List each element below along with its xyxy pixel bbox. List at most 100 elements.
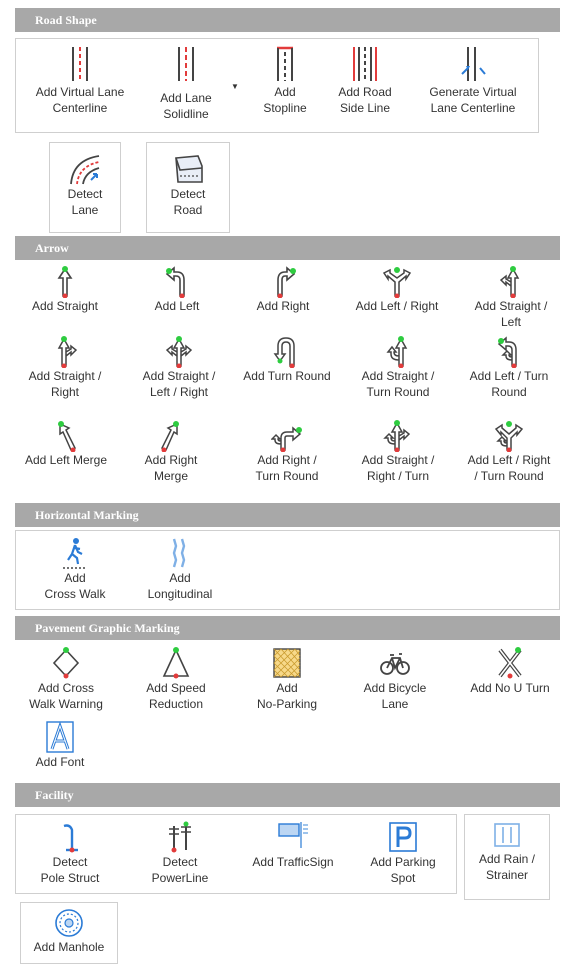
cross-walk-icon bbox=[63, 538, 87, 569]
rain-strainer-icon bbox=[494, 823, 520, 847]
no-u-turn-icon bbox=[498, 647, 522, 679]
generate-virtual-lane-centerline-button[interactable]: Generate Virtual Lane Centerline bbox=[410, 44, 536, 116]
label-line-1: Add bbox=[169, 571, 191, 585]
label-line-1: Add Straight bbox=[31, 299, 99, 313]
straight-right-turn-arrow-icon bbox=[383, 420, 411, 452]
label-line-1: Add Straight / bbox=[361, 369, 435, 383]
label-line-1: Add Straight / bbox=[28, 369, 102, 383]
detect-road-button[interactable]: Detect Road bbox=[146, 142, 230, 233]
add-virtual-lane-centerline-button[interactable]: Add Virtual Lane Centerline bbox=[18, 44, 142, 116]
add-left-right-turn-round-arrow-button[interactable]: Add Left / Right / Turn Round bbox=[453, 420, 565, 484]
left-arrow-icon bbox=[165, 266, 185, 298]
add-left-arrow-button[interactable]: Add Left bbox=[130, 266, 224, 314]
traffic-sign-icon bbox=[278, 822, 308, 848]
add-traffic-sign-button[interactable]: Add TrafficSign bbox=[240, 820, 346, 870]
label-line-1: Add Straight / bbox=[361, 453, 435, 467]
longitudinal-icon bbox=[172, 538, 186, 568]
label-line-1: Add Cross bbox=[37, 681, 95, 695]
label-line-1: Add Speed bbox=[146, 681, 206, 695]
power-line-icon bbox=[169, 821, 191, 853]
detect-lane-button[interactable]: Detect Lane bbox=[49, 142, 121, 233]
section-header-facility: Facility bbox=[15, 783, 560, 807]
manhole-icon bbox=[55, 909, 83, 937]
add-straight-left-arrow-button[interactable]: Add Straight / Left bbox=[459, 266, 563, 330]
label-line-2: Centerline bbox=[52, 101, 108, 115]
label-line-1: Add Lane bbox=[160, 91, 212, 105]
label-line-1: Add TrafficSign bbox=[252, 855, 334, 869]
detect-pole-struct-button[interactable]: Detect Pole Struct bbox=[22, 820, 118, 886]
add-stopline-button[interactable]: Add Stopline bbox=[248, 44, 322, 116]
label-line-1: Add Right bbox=[144, 453, 198, 467]
add-straight-arrow-button[interactable]: Add Straight bbox=[18, 266, 112, 314]
label-line-1: Detect bbox=[170, 187, 206, 201]
chevron-down-icon[interactable]: ▼ bbox=[231, 82, 239, 91]
detect-road-icon bbox=[175, 155, 203, 183]
add-straight-turn-round-arrow-button[interactable]: Add Straight / Turn Round bbox=[346, 336, 450, 400]
label-line-1: Add Virtual Lane bbox=[35, 85, 125, 99]
right-turn-round-arrow-icon bbox=[271, 426, 302, 452]
road-side-line-icon bbox=[353, 47, 377, 81]
right-merge-arrow-icon bbox=[160, 421, 179, 452]
left-turn-round-arrow-icon bbox=[497, 336, 517, 368]
label-line-2: Solidline bbox=[163, 107, 209, 121]
add-left-merge-arrow-button[interactable]: Add Left Merge bbox=[14, 420, 118, 468]
left-right-arrow-icon bbox=[382, 267, 412, 298]
label-line-2: PowerLine bbox=[151, 871, 209, 885]
add-font-button[interactable]: Add Font bbox=[22, 720, 98, 770]
virtual-lane-centerline-icon bbox=[72, 47, 88, 81]
label-line-2: Left / Right bbox=[149, 385, 209, 399]
add-no-u-turn-button[interactable]: Add No U Turn bbox=[456, 646, 564, 696]
label-line-1: Add Parking bbox=[370, 855, 436, 869]
add-longitudinal-button[interactable]: Add Longitudinal bbox=[135, 536, 225, 602]
label-line-1: Add Left / Right bbox=[467, 453, 551, 467]
add-rain-strainer-button[interactable]: Add Rain / Strainer bbox=[464, 814, 550, 900]
add-turn-round-arrow-button[interactable]: Add Turn Round bbox=[232, 336, 342, 384]
font-icon bbox=[46, 721, 74, 753]
label-line-2: Spot bbox=[390, 871, 416, 885]
add-right-turn-round-arrow-button[interactable]: Add Right / Turn Round bbox=[236, 420, 338, 484]
add-bicycle-lane-button[interactable]: Add Bicycle Lane bbox=[348, 646, 442, 712]
add-manhole-button[interactable]: Add Manhole bbox=[20, 902, 118, 964]
label-line-1: Add Right bbox=[256, 299, 310, 313]
straight-arrow-icon bbox=[57, 266, 73, 298]
add-cross-walk-button[interactable]: Add Cross Walk bbox=[30, 536, 120, 602]
label-line-2: Turn Round bbox=[366, 385, 430, 399]
straight-right-arrow-icon bbox=[57, 336, 78, 368]
add-parking-spot-button[interactable]: Add Parking Spot bbox=[356, 820, 450, 886]
add-right-merge-arrow-button[interactable]: Add Right Merge bbox=[124, 420, 218, 484]
label-line-2: / Turn Round bbox=[474, 469, 544, 483]
label-line-1: Add Rain / bbox=[478, 852, 536, 866]
label-line-1: Add Bicycle bbox=[363, 681, 427, 695]
add-left-right-arrow-button[interactable]: Add Left / Right bbox=[342, 266, 452, 314]
add-no-parking-button[interactable]: Add No-Parking bbox=[240, 646, 334, 712]
label-line-1: Add bbox=[64, 571, 86, 585]
add-straight-right-arrow-button[interactable]: Add Straight / Right bbox=[18, 336, 112, 400]
label-line-2: Lane bbox=[71, 203, 99, 217]
label-line-2: Lane Centerline bbox=[430, 101, 516, 115]
cross-walk-warning-icon bbox=[52, 647, 80, 679]
add-cross-walk-warning-button[interactable]: Add Cross Walk Warning bbox=[14, 646, 118, 712]
label-line-1: Generate Virtual bbox=[429, 85, 517, 99]
label-line-1: Add Left / Turn bbox=[469, 369, 549, 383]
add-right-arrow-button[interactable]: Add Right bbox=[236, 266, 330, 314]
label-line-1: Add Road bbox=[338, 85, 392, 99]
parking-icon bbox=[389, 822, 417, 852]
add-left-turn-round-arrow-button[interactable]: Add Left / Turn Round bbox=[455, 336, 563, 400]
left-right-turn-round-arrow-icon bbox=[494, 421, 524, 452]
detect-power-line-button[interactable]: Detect PowerLine bbox=[132, 820, 228, 886]
add-speed-reduction-button[interactable]: Add Speed Reduction bbox=[128, 646, 224, 712]
section-header-road-shape: Road Shape bbox=[15, 8, 560, 32]
add-straight-right-turn-arrow-button[interactable]: Add Straight / Right / Turn bbox=[346, 420, 450, 484]
straight-turn-round-arrow-icon bbox=[386, 336, 408, 368]
add-straight-left-right-arrow-button[interactable]: Add Straight / Left / Right bbox=[130, 336, 228, 400]
label-line-2: Round bbox=[491, 385, 527, 399]
add-lane-solidline-button[interactable]: Add Lane Solidline bbox=[145, 44, 227, 122]
add-road-side-line-button[interactable]: Add Road Side Line bbox=[325, 44, 405, 116]
label-line-1: Add Font bbox=[35, 755, 85, 769]
speed-reduction-icon bbox=[162, 647, 190, 679]
label-line-1: Add bbox=[274, 85, 296, 99]
label-line-1: Add Left bbox=[154, 299, 200, 313]
label-line-1: Add Right / bbox=[257, 453, 317, 467]
right-arrow-icon bbox=[277, 266, 296, 298]
label-line-1: Add Turn Round bbox=[243, 369, 331, 383]
